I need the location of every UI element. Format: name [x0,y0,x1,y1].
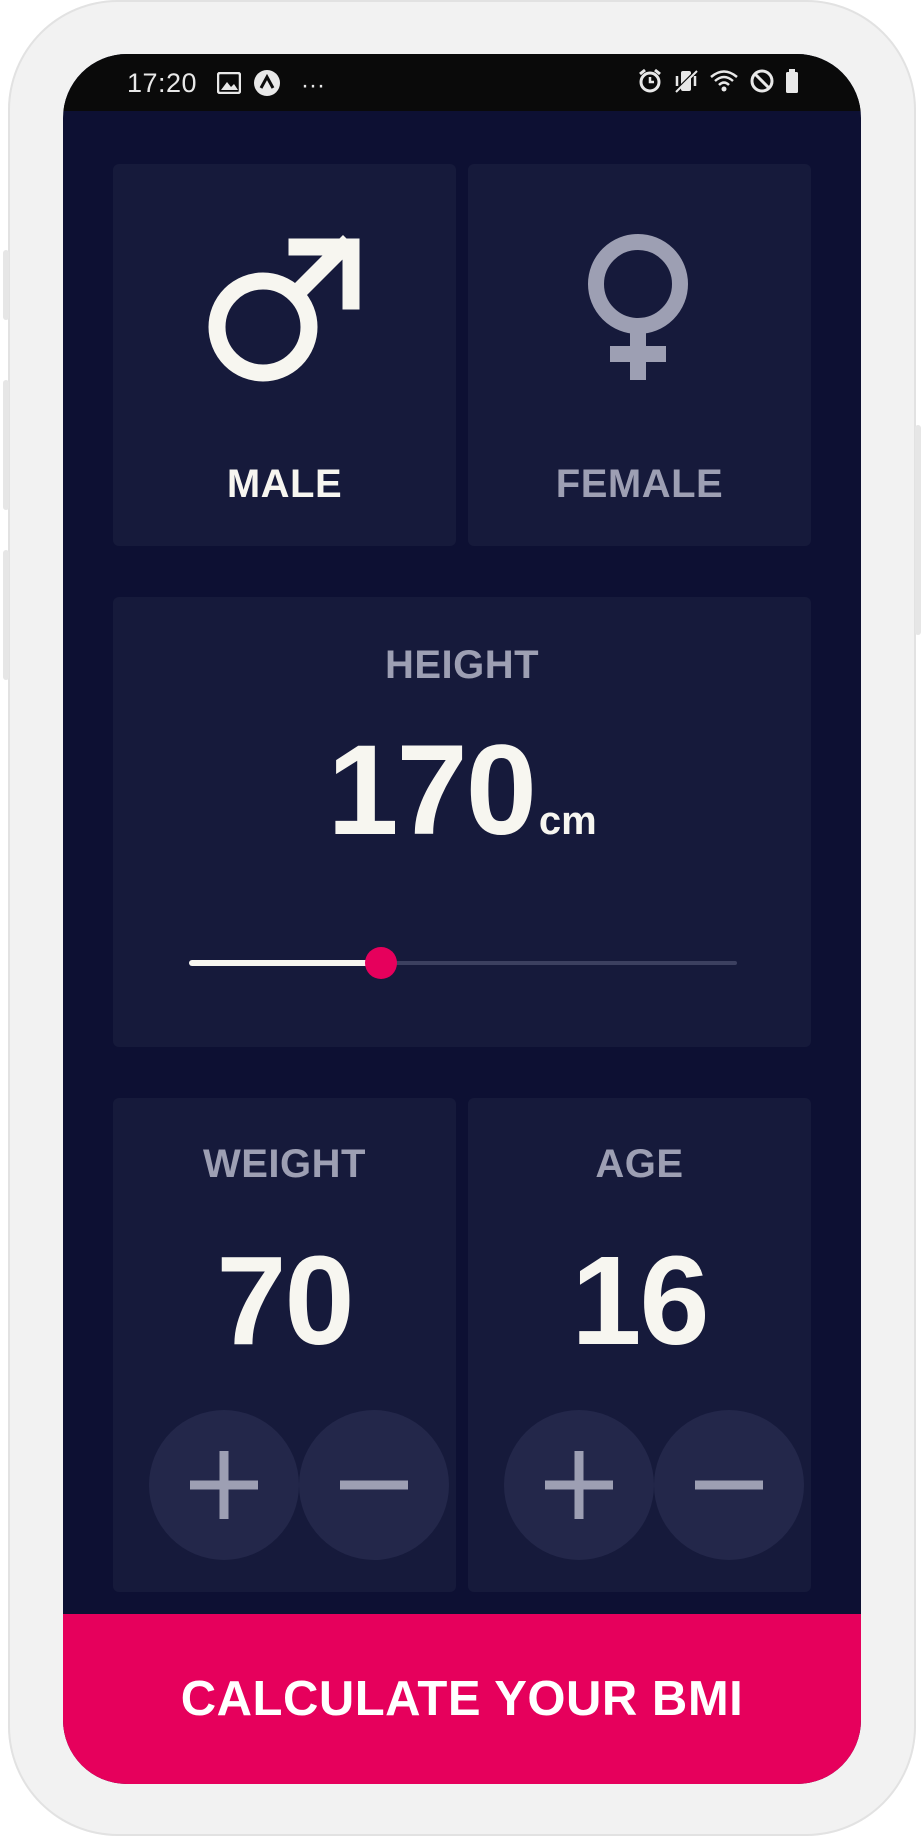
male-symbol-icon [201,229,361,394]
weight-value: 70 [216,1230,354,1371]
status-bar: 17:20 ··· [63,54,861,111]
vibrate-icon [673,68,699,99]
calculate-bmi-button[interactable]: CALCULATE YOUR BMI [63,1614,861,1784]
battery-icon [785,68,799,99]
female-card[interactable]: FEMALE [468,164,811,546]
height-value: 170 [327,719,537,862]
female-symbol-icon [578,230,702,395]
wifi-icon [709,68,739,99]
weight-increment-button[interactable] [149,1410,299,1560]
app-screen: 17:20 ··· MALE FEMALE HEIGHT 170 cm WEIG… [63,54,861,1784]
do-not-disturb-icon [749,68,775,99]
age-label: AGE [595,1142,684,1186]
female-label: FEMALE [555,462,724,506]
male-card[interactable]: MALE [113,164,456,546]
height-value-row: 170 cm [113,717,811,864]
age-decrement-button[interactable] [654,1410,804,1560]
weight-card: WEIGHT 70 [113,1098,456,1592]
plus-icon [545,1451,613,1519]
age-value: 16 [571,1230,709,1371]
minus-icon [340,1480,408,1490]
more-notifications-icon: ··· [301,71,325,99]
height-label: HEIGHT [384,643,540,687]
height-unit: cm [538,799,597,843]
status-right-icons [637,68,799,99]
male-label: MALE [226,462,343,506]
bixby-button [3,550,9,680]
power-button [915,425,921,635]
weight-label: WEIGHT [203,1142,366,1186]
age-increment-button[interactable] [504,1410,654,1560]
app-notification-icon [253,69,281,102]
calculate-bmi-label: CALCULATE YOUR BMI [180,1672,744,1726]
slider-thumb[interactable] [364,947,397,979]
age-card: AGE 16 [468,1098,811,1592]
weight-decrement-button[interactable] [299,1410,449,1560]
height-slider[interactable] [189,943,737,983]
gallery-icon [216,71,242,99]
slider-active-track [189,960,381,966]
minus-icon [695,1480,763,1490]
volume-down-button [3,380,9,510]
height-card: HEIGHT 170 cm [113,597,811,1047]
volume-up-button [3,250,9,320]
status-time: 17:20 [127,68,198,98]
status-left-icons: ··· [216,69,325,102]
plus-icon [190,1451,258,1519]
alarm-icon [637,68,663,99]
